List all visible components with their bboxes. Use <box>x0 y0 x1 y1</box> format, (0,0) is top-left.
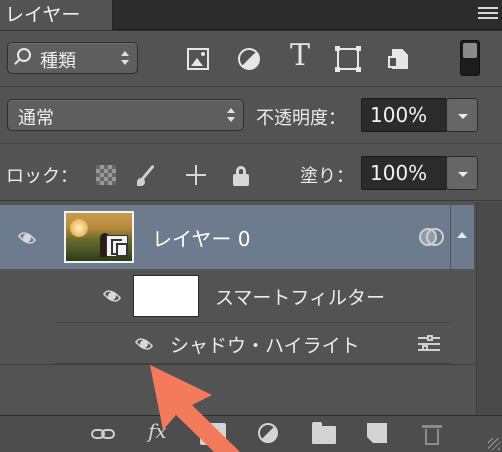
smart-filter-row[interactable]: スマートフィルター <box>55 269 451 323</box>
blend-row: 通常 不透明度： 100% <box>0 88 502 144</box>
smart-object-filter-icon[interactable] <box>388 48 410 70</box>
folder-icon[interactable] <box>312 422 336 444</box>
adjustment-filter-icon[interactable] <box>238 48 260 70</box>
panel-menu-icon[interactable] <box>478 4 498 24</box>
link-icon[interactable] <box>91 423 117 445</box>
list-divider <box>0 364 476 365</box>
mask-icon[interactable] <box>200 423 226 445</box>
layers-tab[interactable]: レイヤー <box>0 0 113 30</box>
lock-paint-icon[interactable] <box>137 165 157 186</box>
lock-row: ロック： 塗り： 100% <box>0 145 502 201</box>
filter-row: 種類 T <box>0 31 502 87</box>
fx-icon[interactable]: fx <box>148 419 178 443</box>
shape-filter-icon[interactable] <box>335 46 361 72</box>
fill-dropdown-button[interactable] <box>446 156 478 190</box>
filter-name: シャドウ・ハイライト <box>170 335 360 357</box>
layer-row-selected[interactable]: レイヤー 0 <box>0 205 450 269</box>
filter-toggle-icon[interactable] <box>460 40 480 76</box>
search-icon <box>17 48 31 62</box>
fill-label: 塗り： <box>300 166 354 187</box>
smart-object-badge-icon <box>106 235 128 257</box>
lock-label: ロック： <box>6 166 78 187</box>
scrollbar[interactable] <box>476 202 502 415</box>
layer-effects-icon[interactable] <box>419 226 445 248</box>
updown-icon <box>121 51 129 65</box>
opacity-label: 不透明度： <box>256 108 346 129</box>
eye-icon <box>16 228 38 248</box>
layer-name[interactable]: レイヤー 0 <box>152 223 250 252</box>
bottom-toolbar: fx <box>0 415 502 452</box>
blend-mode-label: 通常 <box>18 108 54 129</box>
updown-icon <box>227 108 235 122</box>
trash-icon[interactable] <box>422 423 442 445</box>
lock-move-icon[interactable] <box>186 165 206 185</box>
layers-list: レイヤー 0 スマートフィルター シャドウ・ハイライト <box>0 202 502 415</box>
smart-filter-label: スマートフィルター <box>215 287 386 309</box>
opacity-field[interactable]: 100% <box>361 98 447 132</box>
collapse-arrow-icon[interactable] <box>451 205 474 269</box>
type-filter-icon[interactable]: T <box>287 41 313 71</box>
filter-options-icon[interactable] <box>418 334 440 352</box>
filter-row-item[interactable]: シャドウ・ハイライト <box>55 324 451 364</box>
opacity-dropdown-button[interactable] <box>446 98 478 132</box>
fill-field[interactable]: 100% <box>361 156 447 190</box>
lock-all-icon[interactable] <box>231 165 251 186</box>
adjustment-layer-icon[interactable] <box>258 423 278 443</box>
lock-transparent-icon[interactable] <box>96 165 116 185</box>
new-layer-icon[interactable] <box>367 423 387 443</box>
blend-mode-select[interactable]: 通常 <box>7 99 244 131</box>
image-filter-icon[interactable] <box>187 48 209 70</box>
filter-kind-label: 種類 <box>40 51 76 72</box>
smart-filter-mask-thumbnail[interactable] <box>133 275 199 317</box>
layers-panel: 種類 T 通常 不透明度： 100% ロック： 塗り： 100% レイヤー 0 … <box>0 31 502 452</box>
panel-tab-bar: レイヤー <box>0 0 502 30</box>
resize-grip[interactable] <box>488 438 500 450</box>
eye-icon[interactable] <box>101 286 123 306</box>
eye-icon[interactable] <box>133 334 155 354</box>
layer-visibility-toggle[interactable] <box>0 205 55 269</box>
filter-kind-select[interactable]: 種類 <box>7 42 138 74</box>
